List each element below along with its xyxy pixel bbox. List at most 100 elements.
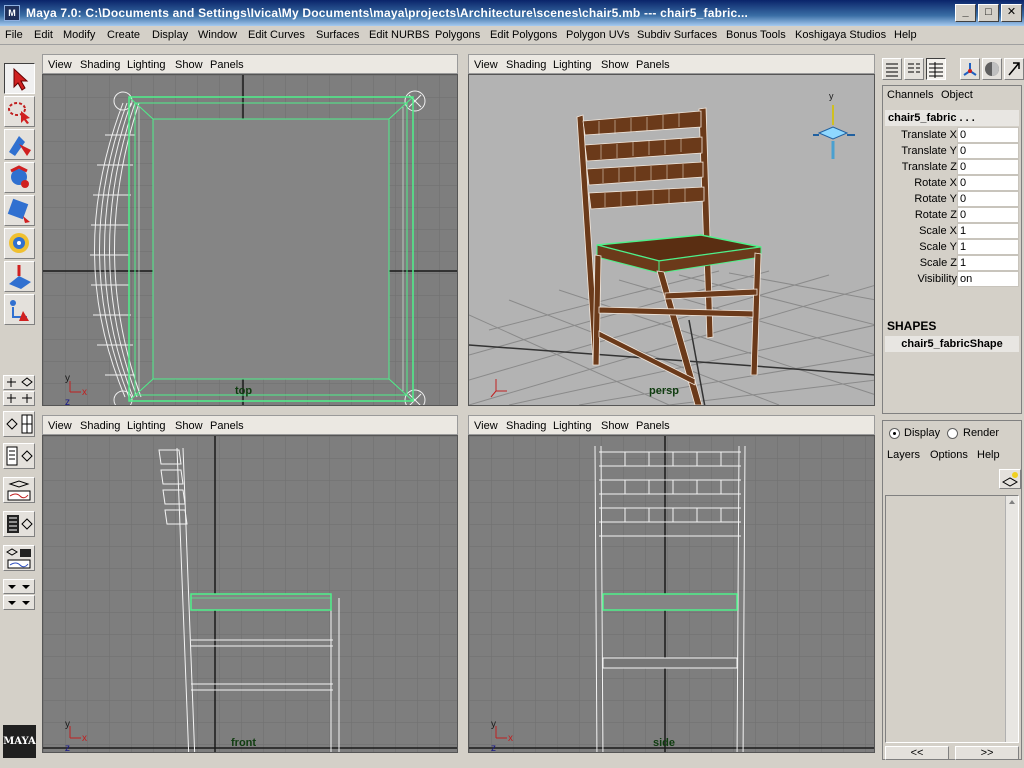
- selected-object-name[interactable]: chair5_fabric . . .: [885, 110, 1019, 126]
- attribute-layout-button[interactable]: [904, 58, 924, 80]
- viewport-menu-shading[interactable]: Shading: [80, 59, 120, 71]
- menu-create[interactable]: Create: [107, 29, 140, 41]
- attribute-row[interactable]: Rotate X0: [885, 175, 1019, 191]
- menu-surfaces[interactable]: Surfaces: [316, 29, 359, 41]
- viewport-canvas[interactable]: y x z front: [42, 435, 458, 753]
- viewport-menu-panels[interactable]: Panels: [636, 59, 670, 71]
- attribute-row[interactable]: Rotate Z0: [885, 207, 1019, 223]
- layout-persp-outliner-button[interactable]: [3, 411, 35, 437]
- attribute-editor-button[interactable]: [982, 58, 1002, 80]
- menu-polygon-uvs[interactable]: Polygon UVs: [566, 29, 630, 41]
- layout-dropdown-button[interactable]: [3, 579, 35, 594]
- attribute-value[interactable]: 0: [957, 207, 1019, 223]
- tab-object[interactable]: Object: [941, 89, 973, 101]
- paint-select-tool-button[interactable]: [4, 129, 35, 160]
- layer-nav-prev-button[interactable]: <<: [885, 746, 949, 760]
- menu-edit-polygons[interactable]: Edit Polygons: [490, 29, 557, 41]
- layer-list[interactable]: [885, 495, 1019, 743]
- layout-single-button[interactable]: [3, 375, 35, 390]
- layer-nav-next-button[interactable]: >>: [955, 746, 1019, 760]
- attribute-value[interactable]: 1: [957, 223, 1019, 239]
- layout-more-button[interactable]: [3, 595, 35, 610]
- viewport-menu-show[interactable]: Show: [601, 59, 629, 71]
- attribute-row[interactable]: Scale Y1: [885, 239, 1019, 255]
- attribute-value[interactable]: 0: [957, 191, 1019, 207]
- menu-edit-nurbs[interactable]: Edit NURBS: [369, 29, 430, 41]
- move-tool-button[interactable]: [4, 162, 35, 193]
- attribute-value[interactable]: 0: [957, 175, 1019, 191]
- viewport-menu-view[interactable]: View: [48, 59, 72, 71]
- viewport-menu-shading[interactable]: Shading: [506, 59, 546, 71]
- viewport-menu-panels[interactable]: Panels: [210, 59, 244, 71]
- viewport-menu-view[interactable]: View: [474, 59, 498, 71]
- menu-edit-curves[interactable]: Edit Curves: [248, 29, 305, 41]
- attribute-row[interactable]: Translate X0: [885, 127, 1019, 143]
- viewport-menu-shading[interactable]: Shading: [80, 420, 120, 432]
- attribute-row[interactable]: Visibility on: [885, 271, 1019, 287]
- viewport-menu-lighting[interactable]: Lighting: [127, 59, 166, 71]
- viewport-menu-view[interactable]: View: [474, 420, 498, 432]
- new-layer-button[interactable]: [999, 469, 1021, 489]
- attribute-value[interactable]: 1: [957, 255, 1019, 271]
- menu-help[interactable]: Help: [894, 29, 917, 41]
- layer-menu-options[interactable]: Options: [930, 449, 968, 461]
- attribute-row[interactable]: Scale Z1: [885, 255, 1019, 271]
- viewport-menu-show[interactable]: Show: [175, 59, 203, 71]
- tab-channels[interactable]: Channels: [887, 89, 933, 101]
- maximize-button[interactable]: □: [978, 4, 999, 22]
- viewport-menu-lighting[interactable]: Lighting: [553, 59, 592, 71]
- viewport-canvas[interactable]: y x z side: [468, 435, 875, 753]
- display-layer-radio[interactable]: [889, 428, 900, 439]
- layer-menu-layers[interactable]: Layers: [887, 449, 920, 461]
- layer-menu-help[interactable]: Help: [977, 449, 1000, 461]
- viewport-menu-show[interactable]: Show: [175, 420, 203, 432]
- viewport-menu-shading[interactable]: Shading: [506, 420, 546, 432]
- last-tool-button[interactable]: [4, 294, 35, 325]
- channel-box-layout-button[interactable]: [882, 58, 902, 80]
- attribute-value[interactable]: 1: [957, 239, 1019, 255]
- scroll-up-icon[interactable]: [1006, 496, 1018, 508]
- layout-persp-graph-button[interactable]: [3, 443, 35, 469]
- layout-persp-hypershade-button[interactable]: [3, 477, 35, 503]
- menu-display[interactable]: Display: [152, 29, 188, 41]
- menu-koshigaya-studios[interactable]: Koshigaya Studios: [795, 29, 886, 41]
- select-tool-button[interactable]: [4, 63, 35, 94]
- menu-bonus-tools[interactable]: Bonus Tools: [726, 29, 786, 41]
- viewport-canvas[interactable]: y persp: [468, 74, 875, 406]
- attribute-row[interactable]: Rotate Y0: [885, 191, 1019, 207]
- viewport-menu-lighting[interactable]: Lighting: [127, 420, 166, 432]
- viewport-menu-view[interactable]: View: [48, 420, 72, 432]
- attribute-value[interactable]: 0: [957, 127, 1019, 143]
- menu-window[interactable]: Window: [198, 29, 237, 41]
- layout-four-button[interactable]: [3, 391, 35, 406]
- menu-subdiv-surfaces[interactable]: Subdiv Surfaces: [637, 29, 717, 41]
- shape-node-name[interactable]: chair5_fabricShape: [885, 336, 1019, 352]
- layout-persp-trax-button[interactable]: [3, 545, 35, 571]
- manipulator-tool-button[interactable]: [4, 261, 35, 292]
- viewport-menu-panels[interactable]: Panels: [210, 420, 244, 432]
- tool-settings-button[interactable]: [960, 58, 980, 80]
- attribute-row[interactable]: Translate Z0: [885, 159, 1019, 175]
- menu-file[interactable]: File: [5, 29, 23, 41]
- scale-tool-button[interactable]: [4, 228, 35, 259]
- viewport-menu-show[interactable]: Show: [601, 420, 629, 432]
- layer-list-scrollbar[interactable]: [1005, 496, 1018, 742]
- close-button[interactable]: ✕: [1001, 4, 1022, 22]
- viewport-menu-lighting[interactable]: Lighting: [553, 420, 592, 432]
- menu-modify[interactable]: Modify: [63, 29, 95, 41]
- show-tool-button[interactable]: [1004, 58, 1024, 80]
- viewport-menu-panels[interactable]: Panels: [636, 420, 670, 432]
- rotate-tool-button[interactable]: [4, 195, 35, 226]
- viewport-canvas[interactable]: y x z top: [42, 74, 458, 406]
- render-layer-radio[interactable]: [947, 428, 958, 439]
- attribute-row[interactable]: Scale X1: [885, 223, 1019, 239]
- lasso-tool-button[interactable]: [4, 96, 35, 127]
- attribute-value[interactable]: on: [957, 271, 1019, 287]
- minimize-button[interactable]: _: [955, 4, 976, 22]
- menu-polygons[interactable]: Polygons: [435, 29, 480, 41]
- layout-persp-texture-button[interactable]: [3, 511, 35, 537]
- menu-edit[interactable]: Edit: [34, 29, 53, 41]
- attribute-row[interactable]: Translate Y0: [885, 143, 1019, 159]
- attribute-value[interactable]: 0: [957, 143, 1019, 159]
- attribute-value[interactable]: 0: [957, 159, 1019, 175]
